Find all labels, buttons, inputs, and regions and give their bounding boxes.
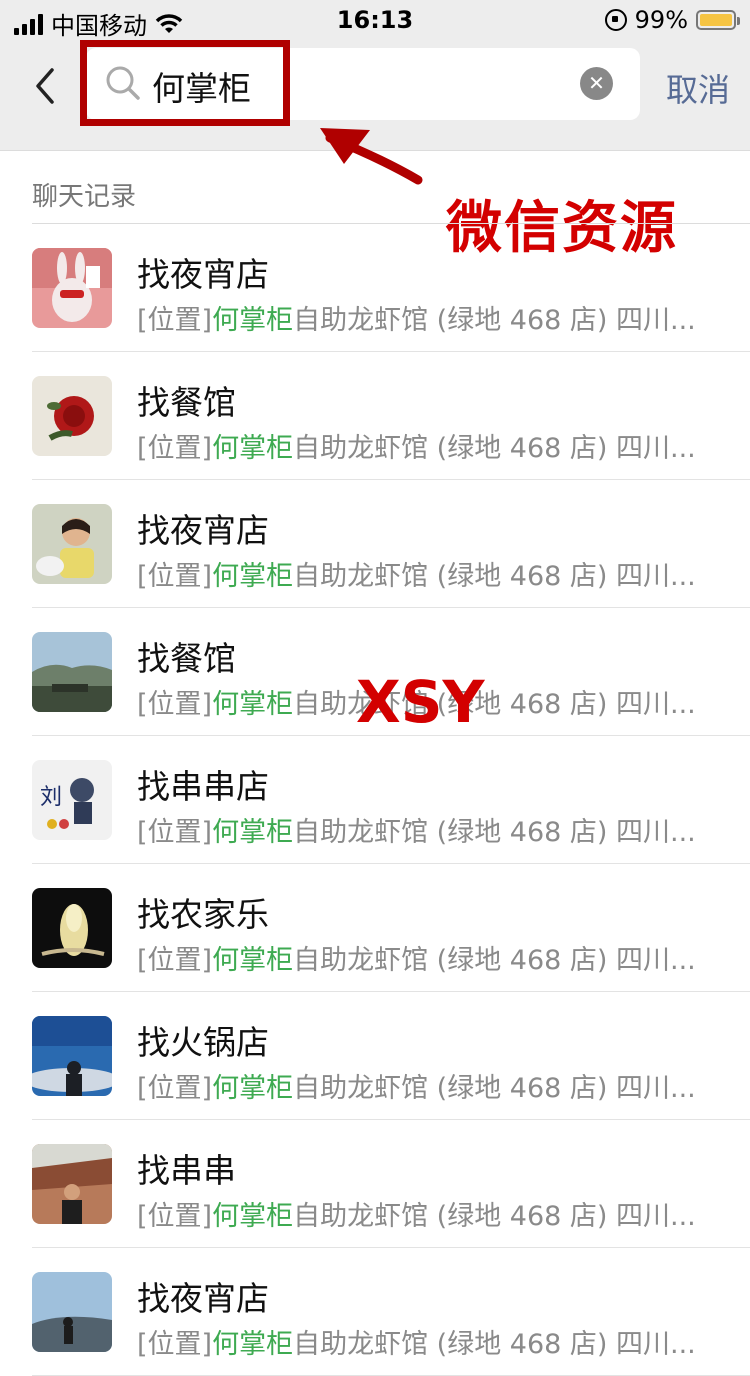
result-item[interactable]: 找串串 [位置]何掌柜自助龙虾馆 (绿地 468 店) 四川... <box>0 1120 750 1248</box>
result-name: 找餐馆 <box>137 383 236 422</box>
result-item[interactable]: 找火锅店 [位置]何掌柜自助龙虾馆 (绿地 468 店) 四川... <box>0 992 750 1120</box>
result-name: 找火锅店 <box>137 1023 269 1062</box>
section-title: 聊天记录 <box>32 182 137 212</box>
result-snippet: [位置]何掌柜自助龙虾馆 (绿地 468 店) 四川... <box>137 298 712 337</box>
rotation-lock-icon <box>604 9 627 31</box>
result-name: 找夜宵店 <box>137 1279 269 1318</box>
result-item[interactable]: 找夜宵店 [位置]何掌柜自助龙虾馆 (绿地 468 店) 四川... <box>0 480 750 608</box>
snippet-prefix: [位置] <box>137 817 213 848</box>
snippet-keyword: 何掌柜 <box>212 945 294 976</box>
snippet-prefix: [位置] <box>137 561 213 592</box>
cancel-button[interactable]: 取消 <box>666 65 730 111</box>
sky-avatar <box>32 1016 112 1096</box>
snippet-keyword: 何掌柜 <box>212 561 294 592</box>
snippet-keyword: 何掌柜 <box>212 1201 294 1232</box>
result-snippet: [位置]何掌柜自助龙虾馆 (绿地 468 店) 四川... <box>137 1322 712 1361</box>
snippet-rest: 自助龙虾馆 (绿地 468 店) 四川... <box>293 1073 696 1104</box>
hiker-avatar <box>32 1272 112 1352</box>
snippet-keyword: 何掌柜 <box>212 689 294 720</box>
battery-fill <box>700 14 732 26</box>
snippet-rest: 自助龙虾馆 (绿地 468 店) 四川... <box>293 817 696 848</box>
result-name: 找串串店 <box>137 767 269 806</box>
result-name: 找夜宵店 <box>137 255 269 294</box>
result-name: 找餐馆 <box>137 639 236 678</box>
back-icon[interactable] <box>28 66 68 106</box>
svg-text:刘: 刘 <box>40 785 62 810</box>
result-snippet: [位置]何掌柜自助龙虾馆 (绿地 468 店) 四川... <box>137 426 712 465</box>
result-item[interactable]: 找餐馆 [位置]何掌柜自助龙虾馆 (绿地 468 店) 四川... <box>0 352 750 480</box>
cabbage-avatar <box>32 888 112 968</box>
status-right: 99% <box>604 6 740 34</box>
annotation-arrow-icon <box>320 128 423 185</box>
result-item[interactable]: 刘 找串串店 [位置]何掌柜自助龙虾馆 (绿地 468 店) 四川... <box>0 736 750 864</box>
result-name: 找夜宵店 <box>137 511 269 550</box>
cartoon-avatar: 刘 <box>32 760 112 840</box>
result-snippet: [位置]何掌柜自助龙虾馆 (绿地 468 店) 四川... <box>137 554 712 593</box>
snippet-prefix: [位置] <box>137 945 213 976</box>
snippet-prefix: [位置] <box>137 305 213 336</box>
battery-percent: 99% <box>634 6 688 34</box>
result-snippet: [位置]何掌柜自助龙虾馆 (绿地 468 店) 四川... <box>137 938 712 977</box>
result-snippet: [位置]何掌柜自助龙虾馆 (绿地 468 店) 四川... <box>137 810 712 849</box>
result-item[interactable]: 找夜宵店 [位置]何掌柜自助龙虾馆 (绿地 468 店) 四川... <box>0 224 750 352</box>
status-bar: 中国移动 16:13 99% <box>0 0 750 40</box>
watermark: XSY <box>356 668 485 736</box>
snippet-rest: 自助龙虾馆 (绿地 468 店) 四川... <box>293 689 696 720</box>
snippet-keyword: 何掌柜 <box>212 433 294 464</box>
snippet-rest: 自助龙虾馆 (绿地 468 店) 四川... <box>293 433 696 464</box>
landscape-avatar <box>32 632 112 712</box>
man-avatar <box>32 1144 112 1224</box>
rabbit-avatar <box>32 248 112 328</box>
result-snippet: [位置]何掌柜自助龙虾馆 (绿地 468 店) 四川... <box>137 1194 712 1233</box>
battery-icon <box>696 10 740 30</box>
snippet-keyword: 何掌柜 <box>212 305 294 336</box>
rose-avatar <box>32 376 112 456</box>
result-name: 找农家乐 <box>137 895 269 934</box>
child-avatar <box>32 504 112 584</box>
snippet-rest: 自助龙虾馆 (绿地 468 店) 四川... <box>293 305 696 336</box>
highlight-frame <box>80 40 290 126</box>
result-name: 找串串 <box>137 1151 236 1190</box>
snippet-prefix: [位置] <box>137 1073 213 1104</box>
clear-icon[interactable]: ✕ <box>580 67 613 100</box>
result-item[interactable]: 找夜宵店 [位置]何掌柜自助龙虾馆 (绿地 468 店) 四川... <box>0 1248 750 1376</box>
snippet-prefix: [位置] <box>137 689 213 720</box>
snippet-keyword: 何掌柜 <box>212 1073 294 1104</box>
snippet-rest: 自助龙虾馆 (绿地 468 店) 四川... <box>293 561 696 592</box>
snippet-rest: 自助龙虾馆 (绿地 468 店) 四川... <box>293 1201 696 1232</box>
snippet-keyword: 何掌柜 <box>212 817 294 848</box>
snippet-rest: 自助龙虾馆 (绿地 468 店) 四川... <box>293 945 696 976</box>
snippet-prefix: [位置] <box>137 1201 213 1232</box>
result-list: 找夜宵店 [位置]何掌柜自助龙虾馆 (绿地 468 店) 四川... 找餐馆 [位置]… <box>0 224 750 1376</box>
result-item[interactable]: 找农家乐 [位置]何掌柜自助龙虾馆 (绿地 468 店) 四川... <box>0 864 750 992</box>
result-snippet: [位置]何掌柜自助龙虾馆 (绿地 468 店) 四川... <box>137 1066 712 1105</box>
snippet-prefix: [位置] <box>137 433 213 464</box>
